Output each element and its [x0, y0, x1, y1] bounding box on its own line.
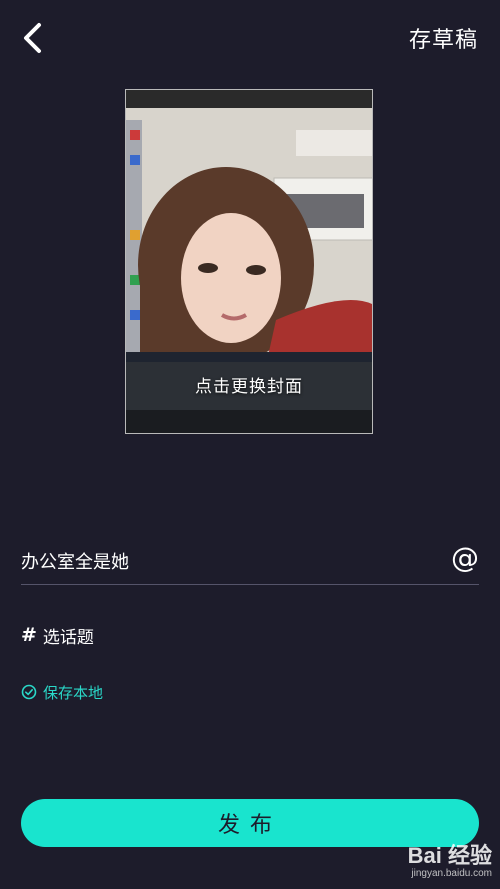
baidu-jingyan-watermark: Bai 经验 jingyan.baidu.com [408, 838, 492, 879]
hashtag-icon: # [21, 624, 37, 646]
chevron-left-icon [24, 23, 41, 53]
check-circle-icon [21, 684, 37, 700]
publish-label: 发布 [217, 813, 282, 838]
watermark-url: jingyan.baidu.com [411, 868, 492, 879]
back-button[interactable] [14, 18, 50, 58]
select-topic-button[interactable]: # 选话题 [21, 620, 94, 650]
save-draft-button[interactable]: 存草稿 [409, 22, 478, 54]
change-cover-label: 点击更换封面 [195, 377, 303, 397]
title-field[interactable]: 办公室全是她 @ [21, 540, 479, 585]
watermark-brand: Bai 经验 [407, 843, 492, 868]
save-local-toggle[interactable]: 保存本地 [21, 680, 103, 704]
cover-image[interactable]: 点击更换封面 [125, 89, 373, 434]
select-topic-label: 选话题 [42, 627, 94, 648]
title-input-value[interactable]: 办公室全是她 [21, 548, 129, 574]
save-local-label: 保存本地 [43, 683, 104, 702]
mention-button[interactable]: @ [451, 540, 479, 576]
